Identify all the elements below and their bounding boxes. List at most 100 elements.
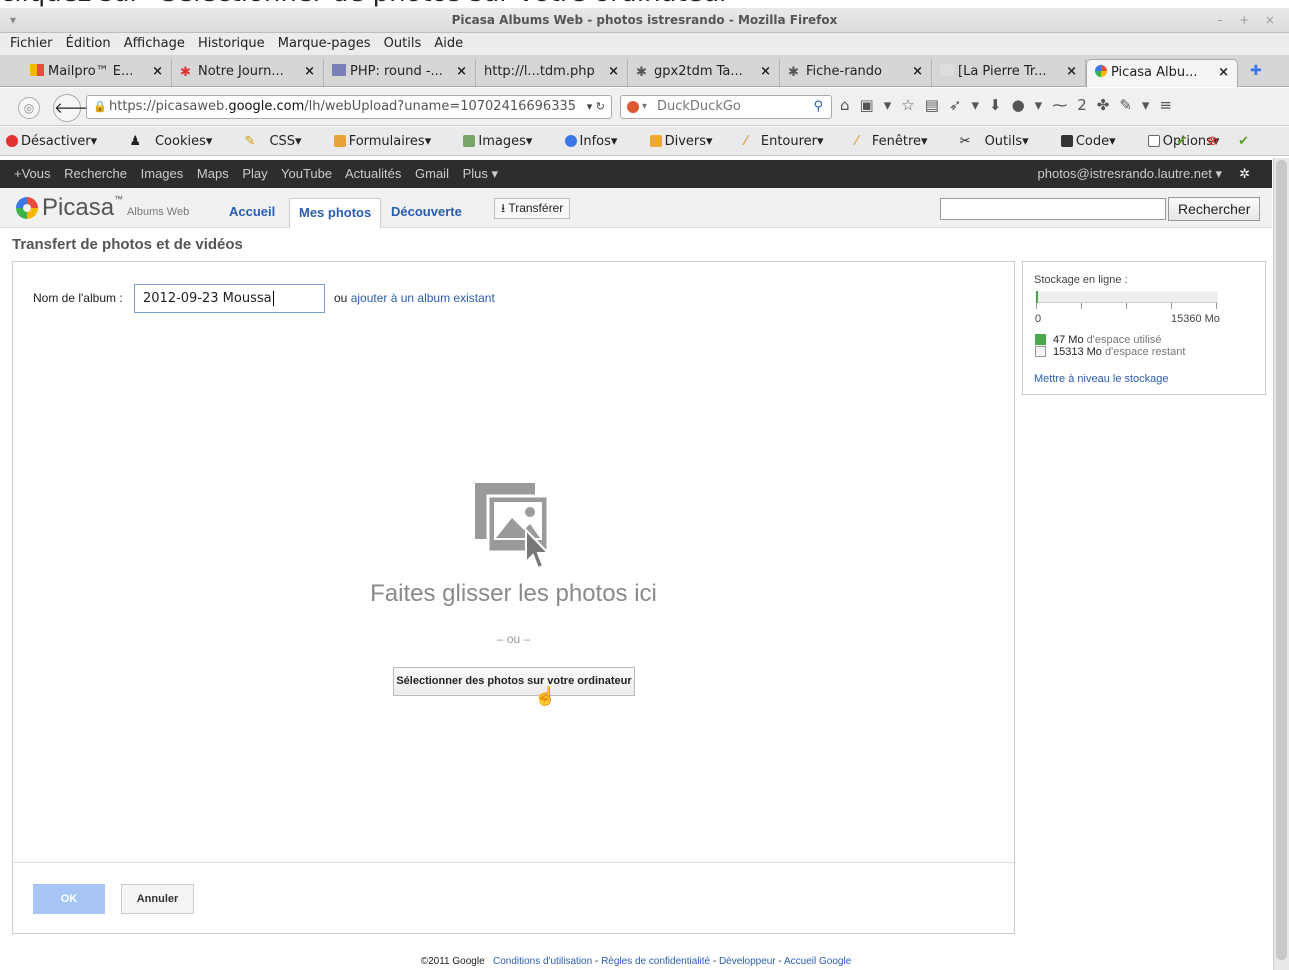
reading-list-icon[interactable]: ▤ <box>925 96 949 114</box>
tab-picasa[interactable]: Picasa Albu... × <box>1086 59 1238 87</box>
gbar-gmail[interactable]: Gmail <box>415 166 449 181</box>
screenshot-icon[interactable]: ▣▾ <box>860 96 902 114</box>
ok-button[interactable]: OK <box>33 884 105 914</box>
close-tab-icon[interactable]: × <box>912 59 923 85</box>
home-icon[interactable]: ⌂ <box>840 96 860 114</box>
download-icon[interactable]: ⬇ <box>989 96 1012 114</box>
menu-aide[interactable]: Aide <box>434 36 463 51</box>
options-icon <box>1147 135 1160 147</box>
tab-label: Picasa Albu... <box>1111 65 1198 80</box>
gbar-search[interactable]: Recherche <box>64 166 127 181</box>
dev-code-button[interactable]: Code▾ <box>1060 134 1130 149</box>
window-menu-icon[interactable]: ▾ <box>10 8 16 33</box>
close-tab-icon[interactable]: × <box>760 59 771 85</box>
close-tab-icon[interactable]: × <box>152 59 163 85</box>
developer-link[interactable]: Développeur <box>719 956 776 967</box>
logo-text: Picasa <box>42 194 115 221</box>
dev-misc-button[interactable]: Divers▾ <box>649 134 727 149</box>
page-scrollbar[interactable] <box>1273 158 1289 970</box>
terms-link[interactable]: Conditions d'utilisation <box>493 956 592 967</box>
mailpro-icon <box>30 64 44 76</box>
image-icon <box>463 135 476 147</box>
duckduckgo-icon <box>627 101 639 113</box>
album-name-input[interactable]: 2012-09-23 Moussa <box>134 284 325 313</box>
privacy-link[interactable]: Règles de confidentialité <box>601 956 710 967</box>
dev-outline-button[interactable]: ⁄ Entourer▾ <box>745 134 838 149</box>
select-photos-button[interactable]: Sélectionner des photos sur votre ordina… <box>393 667 635 696</box>
upgrade-storage-link[interactable]: Mettre à niveau le stockage <box>1034 373 1169 385</box>
add-to-existing-album-link[interactable]: ajouter à un album existant <box>351 291 495 305</box>
tab-fiche-rando[interactable]: ✱ Fiche-rando × <box>780 59 932 87</box>
tools-icon: ✂ <box>959 134 971 149</box>
dev-tools-button[interactable]: ✂ Outils▾ <box>960 134 1043 149</box>
search-engine-bar[interactable]: ▾ DuckDuckGo ⚲ <box>620 95 832 119</box>
puzzle-icon[interactable]: ✤ <box>1097 96 1120 114</box>
graph-icon[interactable]: ⁓ <box>1052 96 1077 114</box>
tab-accueil[interactable]: Accueil <box>220 198 284 228</box>
url-bar[interactable]: 🔒 https://picasaweb.google.com/lh/webUpl… <box>86 95 612 119</box>
gbar-maps[interactable]: Maps <box>197 166 229 181</box>
dev-disable-button[interactable]: Désactiver▾ <box>6 134 111 149</box>
brush-icon[interactable]: ✎▾ <box>1119 96 1159 114</box>
menu-outils[interactable]: Outils <box>384 36 422 51</box>
search-input[interactable] <box>940 198 1166 220</box>
dev-info-button[interactable]: Infos▾ <box>564 134 632 149</box>
gbar-plus[interactable]: +Vous <box>14 166 51 181</box>
upload-button[interactable]: ⭳ Transférer <box>494 198 571 219</box>
back-button[interactable]: 🡐 <box>53 94 94 122</box>
gear-icon[interactable]: ✲ <box>1239 160 1250 188</box>
tab-label: [La Pierre Tr... <box>958 64 1047 79</box>
site-icon <box>940 64 954 76</box>
storage-used-legend: 47 Mo d'espace utilisé <box>1035 334 1162 346</box>
menu-affichage[interactable]: Affichage <box>124 36 185 51</box>
tab-tdm-php[interactable]: http://l...tdm.php × <box>476 59 628 87</box>
scrollbar-thumb[interactable] <box>1276 160 1287 960</box>
window-controls[interactable]: – + × <box>1217 8 1281 33</box>
close-tab-icon[interactable]: × <box>608 59 619 85</box>
picasa-logo[interactable]: Picasa™Albums Web <box>16 194 189 222</box>
close-tab-icon[interactable]: × <box>1066 59 1077 85</box>
trademark: ™ <box>114 194 124 204</box>
close-tab-icon[interactable]: × <box>1218 60 1229 86</box>
close-tab-icon[interactable]: × <box>456 59 467 85</box>
tab-decouverte[interactable]: Découverte <box>382 198 471 228</box>
account-menu[interactable]: photos@istresrando.lautre.net ▾ <box>1038 160 1223 188</box>
tab-php-round[interactable]: PHP: round -... × <box>324 59 476 87</box>
dev-cookies-button[interactable]: ♟ Cookies▾ <box>129 134 226 149</box>
tab-mailpro[interactable]: Mailpro™ E... × <box>22 59 172 87</box>
menu-fichier[interactable]: Fichier <box>10 36 53 51</box>
dev-forms-button[interactable]: Formulaires▾ <box>333 134 446 149</box>
navigation-bar: ◎ 🡐 🔒 https://picasaweb.google.com/lh/we… <box>0 88 1289 126</box>
text-cursor <box>272 291 274 306</box>
tab-pierre[interactable]: [La Pierre Tr... × <box>932 59 1086 87</box>
close-tab-icon[interactable]: × <box>304 59 315 85</box>
dev-css-button[interactable]: ✎ CSS▾ <box>245 134 316 149</box>
dev-images-button[interactable]: Images▾ <box>463 134 546 149</box>
menu-icon[interactable]: ≡ <box>1159 96 1182 114</box>
google-home-link[interactable]: Accueil Google <box>784 956 851 967</box>
search-button[interactable]: Rechercher <box>1168 197 1261 221</box>
gbar-images[interactable]: Images <box>141 166 184 181</box>
gbar-news[interactable]: Actualités <box>345 166 401 181</box>
menu-edition[interactable]: Édition <box>66 36 111 51</box>
globe-icon[interactable]: ●▾ <box>1012 96 1053 114</box>
menu-marque-pages[interactable]: Marque-pages <box>278 36 371 51</box>
menu-historique[interactable]: Historique <box>198 36 265 51</box>
new-tab-icon[interactable]: ✚ <box>1250 63 1262 79</box>
gbar-youtube[interactable]: YouTube <box>281 166 332 181</box>
lock-icon: 🔒 <box>93 100 107 113</box>
tab-gpx2tdm[interactable]: ✱ gpx2tdm Ta... × <box>628 59 780 87</box>
reload-icon[interactable]: ▾ ↻ <box>587 96 605 118</box>
tab-mes-photos[interactable]: Mes photos <box>289 198 382 228</box>
pen-icon: ⁄ <box>744 134 747 149</box>
addon-icon[interactable]: ➶▾ <box>949 96 989 114</box>
gbar-more[interactable]: Plus ▾ <box>463 166 498 181</box>
cancel-button[interactable]: Annuler <box>121 884 194 914</box>
bookmark-star-icon[interactable]: ☆ <box>901 96 924 114</box>
gbar-play[interactable]: Play <box>242 166 267 181</box>
search-icon[interactable]: ⚲ <box>813 96 823 118</box>
tab-notre-journal[interactable]: ✱ Notre Journ... × <box>172 59 324 87</box>
dev-window-button[interactable]: ⁄ Fenêtre▾ <box>856 134 942 149</box>
identity-icon[interactable]: ◎ <box>18 97 40 119</box>
page-caption: cliquez sur "Sélectionner de photos sur … <box>0 0 742 8</box>
